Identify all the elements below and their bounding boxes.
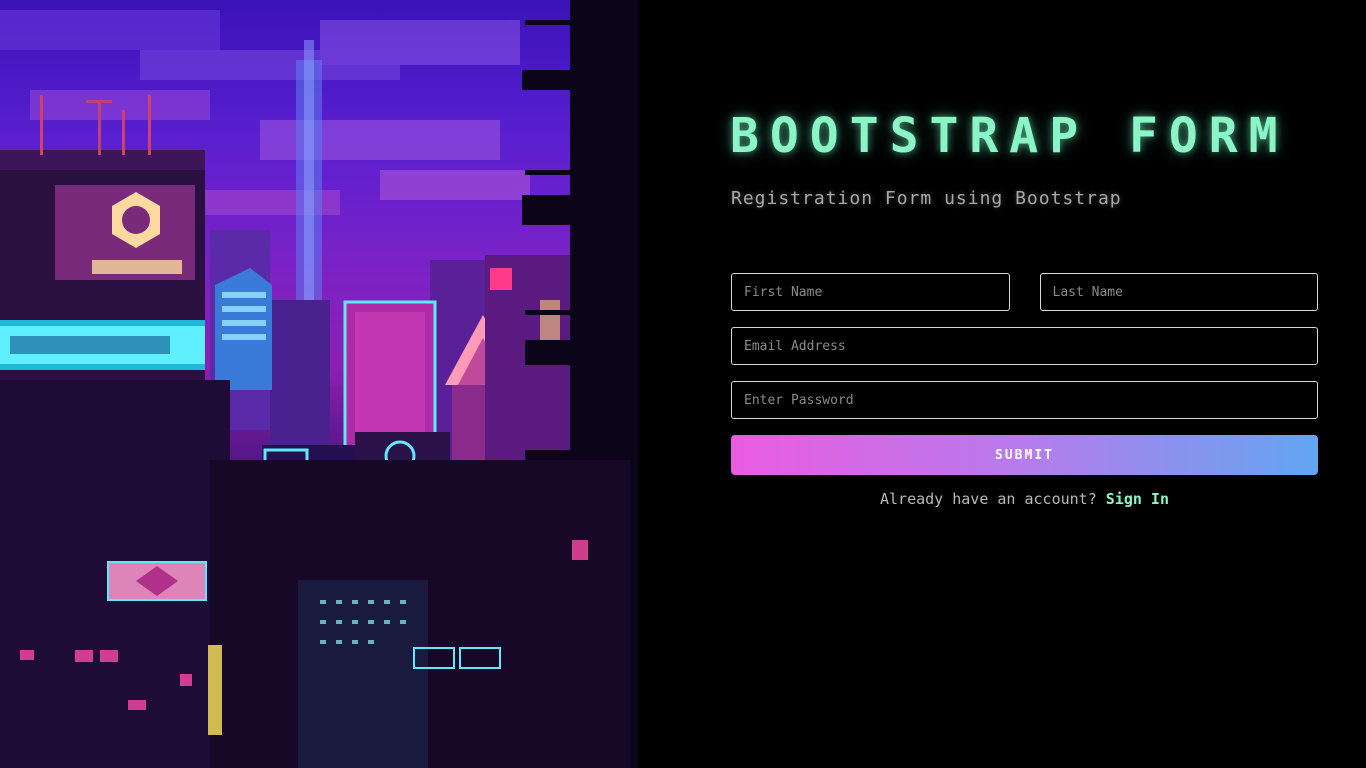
page: BOOTSTRAP FORM Registration Form using B… bbox=[0, 0, 1366, 768]
submit-button[interactable]: SUBMIT bbox=[731, 435, 1318, 475]
page-title: BOOTSTRAP FORM bbox=[730, 108, 1289, 164]
password-input[interactable] bbox=[731, 381, 1318, 419]
password-row bbox=[731, 381, 1318, 419]
signin-prompt-line: Already have an account? Sign In bbox=[731, 490, 1318, 508]
last-name-input[interactable] bbox=[1039, 273, 1318, 311]
email-row bbox=[731, 327, 1318, 365]
striped-building bbox=[215, 268, 272, 390]
email-input[interactable] bbox=[731, 327, 1318, 365]
name-row bbox=[731, 273, 1318, 311]
signin-link[interactable]: Sign In bbox=[1106, 490, 1169, 508]
central-building bbox=[343, 300, 437, 454]
signin-prompt-text: Already have an account? bbox=[880, 490, 1097, 508]
registration-panel: BOOTSTRAP FORM Registration Form using B… bbox=[638, 0, 1366, 768]
first-name-input[interactable] bbox=[731, 273, 1010, 311]
pixel-city-illustration bbox=[0, 0, 638, 768]
page-subtitle: Registration Form using Bootstrap bbox=[731, 188, 1122, 209]
hero-illustration bbox=[0, 0, 638, 768]
registration-form: SUBMIT Already have an account? Sign In bbox=[731, 273, 1318, 508]
cyan-neon-sign bbox=[0, 320, 205, 370]
